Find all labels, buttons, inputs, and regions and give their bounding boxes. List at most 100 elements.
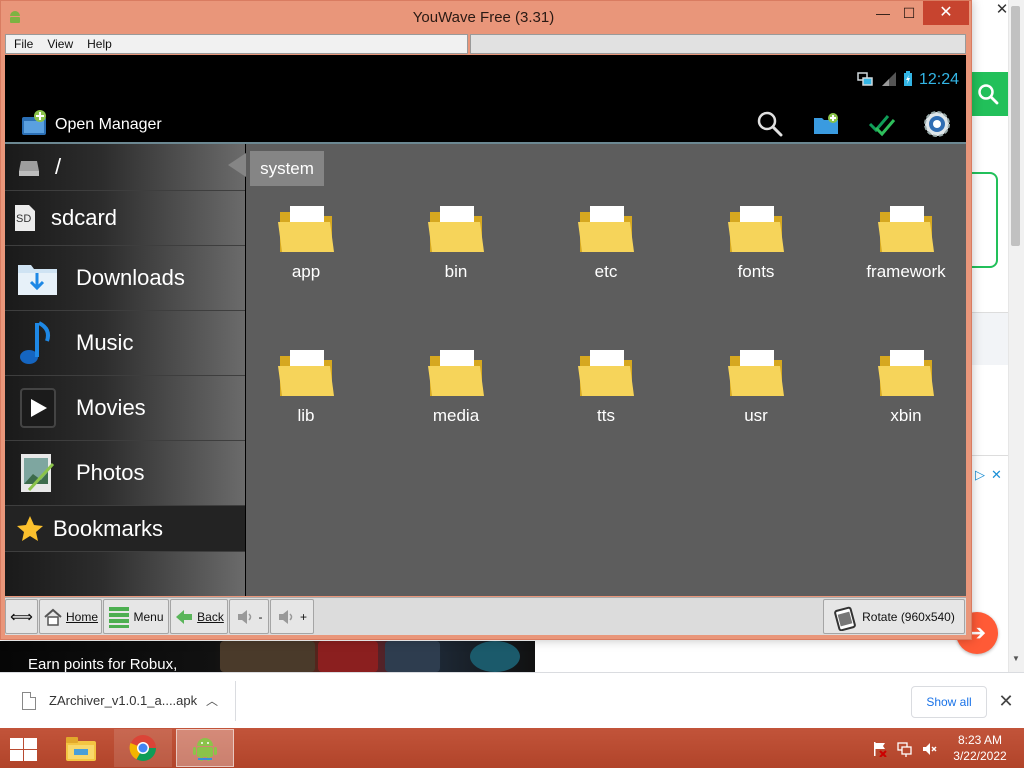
speaker-icon [278, 609, 293, 624]
star-icon [17, 515, 43, 541]
volume-up-label: + [299, 609, 307, 624]
volume-up-button[interactable]: + [270, 599, 314, 634]
close-button[interactable]: ✕ [923, 1, 969, 25]
windows-logo-icon [24, 750, 37, 761]
back-arrow-icon [176, 609, 193, 624]
resize-button[interactable]: ⟺ [5, 599, 38, 634]
menu-file[interactable]: File [14, 37, 33, 51]
scroll-down-arrow-icon[interactable]: ▼ [1010, 654, 1022, 668]
maximize-button[interactable]: ☐ [896, 1, 922, 25]
home-button[interactable]: Home [39, 599, 102, 634]
show-all-button[interactable]: Show all [911, 686, 987, 718]
folder-label: bin [444, 262, 468, 281]
taskbar-youwave[interactable] [176, 729, 234, 767]
system-tray [872, 738, 942, 760]
volume-down-button[interactable]: - [229, 599, 269, 634]
back-label: Back [197, 609, 224, 624]
settings-gear-icon[interactable] [920, 107, 954, 141]
flag-icon[interactable] [872, 741, 887, 758]
sidebar-item-label: Music [76, 330, 134, 355]
sidebar-item-downloads[interactable]: Downloads [5, 246, 245, 311]
folder-label: fonts [737, 262, 775, 281]
windows-logo-icon [10, 738, 23, 749]
sidebar-item-root[interactable]: / [5, 144, 245, 191]
new-folder-icon[interactable] [809, 107, 843, 141]
emulator-toolbar: ⟺ Home Menu Back - + Rotate (960x540) [5, 597, 966, 635]
ad-image [318, 641, 378, 672]
folder-item[interactable]: etc [546, 200, 666, 300]
minimize-button[interactable]: — [870, 1, 896, 25]
start-button[interactable] [8, 737, 38, 761]
folder-icon [878, 350, 934, 396]
folder-label: etc [594, 262, 618, 281]
folder-item[interactable]: tts [546, 344, 666, 444]
clock-time[interactable]: 8:23 AM [950, 733, 1010, 747]
clock-date[interactable]: 3/22/2022 [950, 749, 1010, 763]
search-icon[interactable] [968, 72, 1008, 116]
signal-icon [882, 72, 896, 86]
sidebar-item-bookmarks[interactable]: Bookmarks [5, 506, 245, 552]
android-screen: 12:24 Open Manager / SD sdcard Downloads… [5, 55, 966, 596]
chrome-icon [129, 735, 157, 762]
folder-label: xbin [890, 406, 922, 425]
breadcrumb-current[interactable]: system [250, 151, 324, 186]
ad-image [220, 641, 315, 672]
folder-item[interactable]: bin [396, 200, 516, 300]
page-card [972, 172, 998, 268]
menu-label: Menu [133, 609, 164, 624]
folder-icon [578, 206, 634, 252]
folder-icon [428, 350, 484, 396]
volume-down-label: - [258, 609, 263, 624]
sidebar-item-label: Movies [76, 395, 146, 420]
chevron-up-icon[interactable]: ︿ [202, 691, 222, 711]
folder-item[interactable]: framework [846, 200, 966, 300]
close-download-bar-icon[interactable]: ✕ [994, 688, 1018, 714]
drive-icon [19, 161, 39, 176]
folder-icon [278, 350, 334, 396]
folder-icon [428, 206, 484, 252]
multi-select-icon[interactable] [865, 107, 899, 141]
sidebar-item-music[interactable]: Music [5, 311, 245, 376]
menu-view[interactable]: View [47, 37, 73, 51]
folder-item[interactable]: lib [246, 344, 366, 444]
ad-banner[interactable]: Earn points for Robux, [0, 641, 535, 672]
back-button[interactable]: Back [170, 599, 228, 634]
downloads-folder-icon [18, 265, 57, 295]
folder-item[interactable]: xbin [846, 344, 966, 444]
windows-logo-icon [10, 750, 23, 761]
sdcard-badge: SD [16, 213, 32, 225]
speaker-icon [237, 609, 251, 624]
ad-choices-icon[interactable]: ▷ [975, 467, 985, 485]
taskbar-file-explorer[interactable] [52, 729, 110, 767]
menu-button[interactable]: Menu [103, 599, 169, 634]
taskbar-chrome[interactable] [114, 729, 172, 767]
menu-lines-icon [109, 606, 130, 628]
status-time: 12:24 [919, 71, 960, 88]
sidebar-item-sdcard[interactable]: SD sdcard [5, 191, 245, 246]
sidebar-item-label: / [55, 154, 62, 179]
search-icon[interactable] [753, 107, 787, 141]
sidebar-item-movies[interactable]: Movies [5, 376, 245, 441]
folder-item[interactable]: app [246, 200, 366, 300]
folder-item[interactable]: usr [696, 344, 816, 444]
menu-help[interactable]: Help [87, 37, 112, 51]
folder-item[interactable]: media [396, 344, 516, 444]
folder-item[interactable]: fonts [696, 200, 816, 300]
sidebar-item-photos[interactable]: Photos [5, 441, 245, 506]
folder-grid: app bin etc fonts framework lib media tt… [246, 144, 966, 596]
home-icon [44, 608, 62, 626]
folder-label: framework [866, 262, 946, 281]
ad-close-icon[interactable]: ✕ [991, 467, 1002, 485]
folder-icon [66, 737, 96, 761]
download-filename[interactable]: ZArchiver_v1.0.1_a....apk [49, 693, 197, 708]
speaker-muted-icon[interactable] [922, 741, 937, 757]
sidebar: / SD sdcard Downloads Music Movies Photo… [5, 144, 245, 596]
breadcrumb-pointer [228, 153, 246, 177]
ad-choices[interactable]: ▷ ✕ [975, 467, 1007, 485]
scrollbar-thumb[interactable] [1011, 6, 1020, 246]
home-label: Home [65, 609, 98, 624]
rotate-button[interactable]: Rotate (960x540) [823, 599, 965, 634]
network-icon[interactable] [897, 741, 912, 757]
folder-icon [878, 206, 934, 252]
folder-label: usr [744, 406, 768, 425]
